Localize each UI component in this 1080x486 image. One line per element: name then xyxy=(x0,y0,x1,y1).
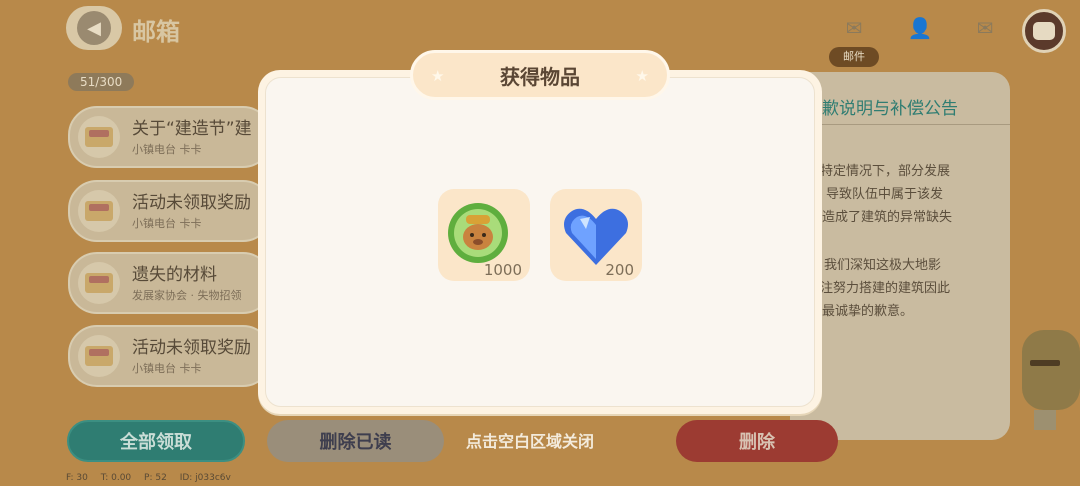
debug-fps: F: 30 xyxy=(66,473,88,483)
envelope-icon xyxy=(78,262,120,304)
envelope-icon xyxy=(78,335,120,377)
page-title: 邮箱 xyxy=(132,18,180,46)
mail-item[interactable]: 关于“建造节”建 小镇电台 卡卡 xyxy=(68,106,272,168)
mailbox-decoration-icon xyxy=(1022,330,1080,430)
detail-line: 特定情况下，部分发展 xyxy=(820,164,951,179)
mail-title: 关于“建造节”建 xyxy=(132,119,252,139)
reward-count: 1000 xyxy=(483,261,522,279)
detail-line: 我们深知这极大地影 xyxy=(824,258,942,273)
reward-item[interactable]: 200 xyxy=(550,189,642,281)
mail-sender: 小镇电台 卡卡 xyxy=(132,362,202,375)
detail-title: 歉说明与补偿公告 xyxy=(822,99,958,119)
mail-sender: 小镇电台 卡卡 xyxy=(132,217,202,230)
mail-title: 活动未领取奖励 xyxy=(132,193,251,213)
debug-time: T: 0.00 xyxy=(100,473,132,483)
reward-modal-body xyxy=(265,77,815,407)
mail-detail-panel: 歉说明与补偿公告 特定情况下，部分发展 导致队伍中属于该发 造成了建筑的异常缺失… xyxy=(790,72,1010,440)
claim-all-button[interactable]: 全部领取 xyxy=(67,420,245,462)
tab-mail-label: 邮件 xyxy=(829,47,879,67)
detail-line: 最诚挚的歉意。 xyxy=(822,304,914,319)
mail-count-badge: 51/300 xyxy=(68,73,135,91)
reward-item[interactable]: 1000 xyxy=(438,189,530,281)
modal-title: 获得物品 xyxy=(500,64,580,89)
reward-modal-header: ★ 获得物品 ★ xyxy=(410,50,670,100)
detail-line: 注努力搭建的建筑因此 xyxy=(820,281,951,296)
reward-modal xyxy=(258,70,822,414)
envelope-icon xyxy=(78,116,120,158)
debug-id: ID: j033c6v xyxy=(179,473,231,483)
debug-info: F: 30 T: 0.00 P: 52 ID: j033c6v xyxy=(66,473,241,483)
mail-item[interactable]: 遗失的材料 发展家协会 · 失物招领 xyxy=(68,252,272,314)
delete-read-button[interactable]: 删除已读 xyxy=(267,420,444,462)
mail-alt-icon[interactable]: ✉ xyxy=(970,16,1000,40)
divider xyxy=(820,124,1010,125)
star-icon: ★ xyxy=(431,67,445,85)
mail-item[interactable]: 活动未领取奖励 小镇电台 卡卡 xyxy=(68,325,272,387)
detail-line: 造成了建筑的异常缺失 xyxy=(822,210,953,225)
envelope-icon xyxy=(78,190,120,232)
avatar[interactable] xyxy=(1022,9,1066,53)
mail-sender: 发展家协会 · 失物招领 xyxy=(132,289,242,302)
mail-title: 活动未领取奖励 xyxy=(132,338,251,358)
star-icon: ★ xyxy=(635,67,649,85)
mail-title: 遗失的材料 xyxy=(132,265,217,285)
mail-sender: 小镇电台 卡卡 xyxy=(132,143,202,156)
back-arrow-icon: ◀ xyxy=(77,11,111,45)
detail-line: 导致队伍中属于该发 xyxy=(826,187,944,202)
delete-button[interactable]: 删除 xyxy=(676,420,838,462)
close-hint: 点击空白区域关闭 xyxy=(466,432,595,451)
mail-item[interactable]: 活动未领取奖励 小镇电台 卡卡 xyxy=(68,180,272,242)
reward-count: 200 xyxy=(605,261,634,279)
mail-tab-icon[interactable]: ✉ xyxy=(839,16,869,40)
add-friend-icon[interactable]: 👤 xyxy=(905,16,935,40)
back-button[interactable]: ◀ xyxy=(66,6,122,50)
debug-p: P: 52 xyxy=(144,473,167,483)
